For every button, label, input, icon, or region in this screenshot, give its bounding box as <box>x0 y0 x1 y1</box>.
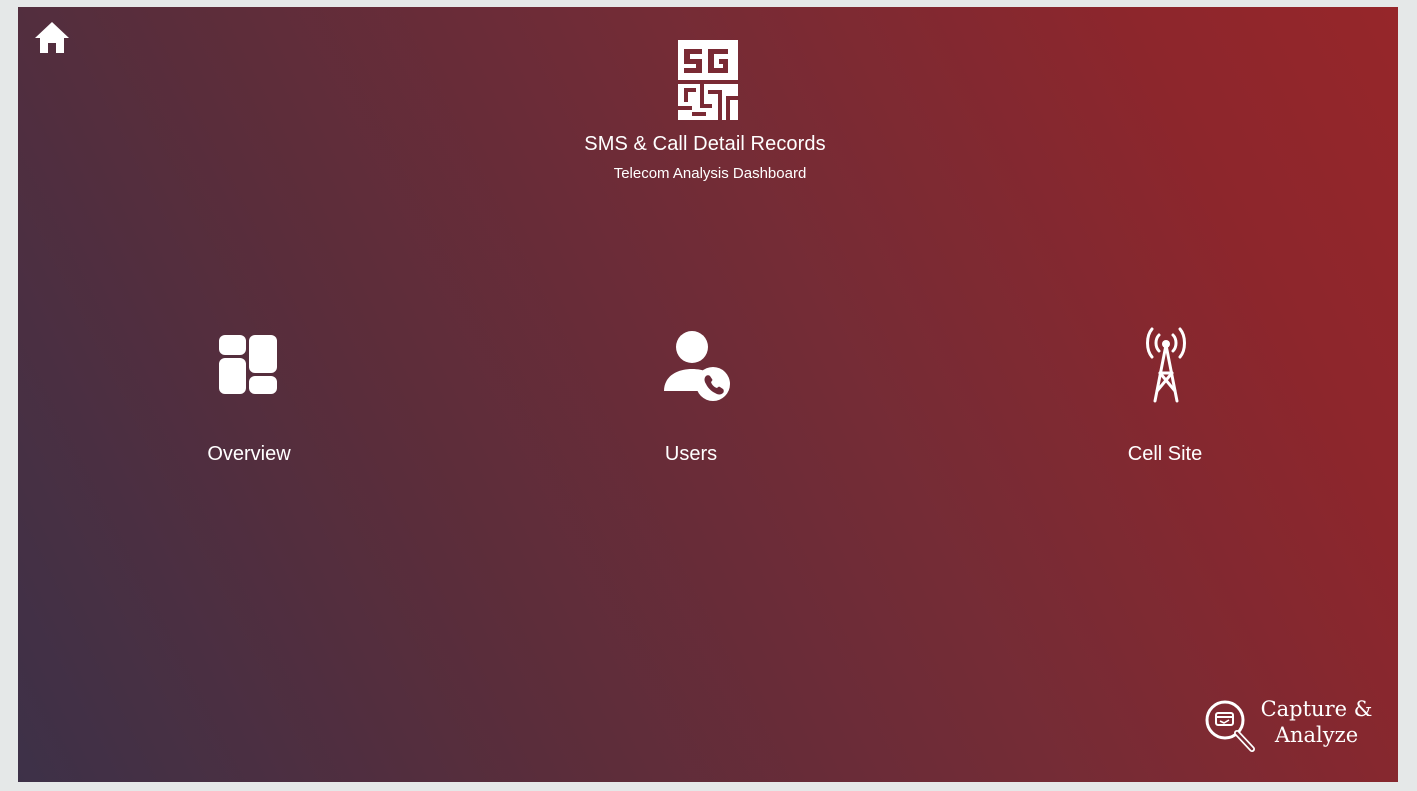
capture-analyze-label: Capture & Analyze <box>1254 696 1379 748</box>
magnifier-capture-icon <box>1205 700 1255 752</box>
dashboard-canvas: SMS & Call Detail Records Telecom Analys… <box>18 7 1398 782</box>
capture-line-1: Capture & <box>1260 697 1373 721</box>
tile-users[interactable]: Users <box>571 7 811 465</box>
tile-cell-site[interactable]: Cell Site <box>1045 7 1285 465</box>
capture-analyze-button[interactable]: Capture & Analyze <box>1204 696 1376 756</box>
tile-users-label: Users <box>664 443 718 465</box>
tile-overview[interactable]: Overview <box>129 7 369 465</box>
dashboard-grid-icon <box>219 335 277 394</box>
cell-tower-icon <box>1146 327 1186 403</box>
capture-line-2: Analyze <box>1274 723 1359 747</box>
home-icon <box>35 22 69 53</box>
home-button[interactable] <box>33 20 71 56</box>
user-call-icon <box>664 331 730 401</box>
tile-cell-site-label: Cell Site <box>1127 443 1203 465</box>
tile-overview-label: Overview <box>207 443 291 465</box>
